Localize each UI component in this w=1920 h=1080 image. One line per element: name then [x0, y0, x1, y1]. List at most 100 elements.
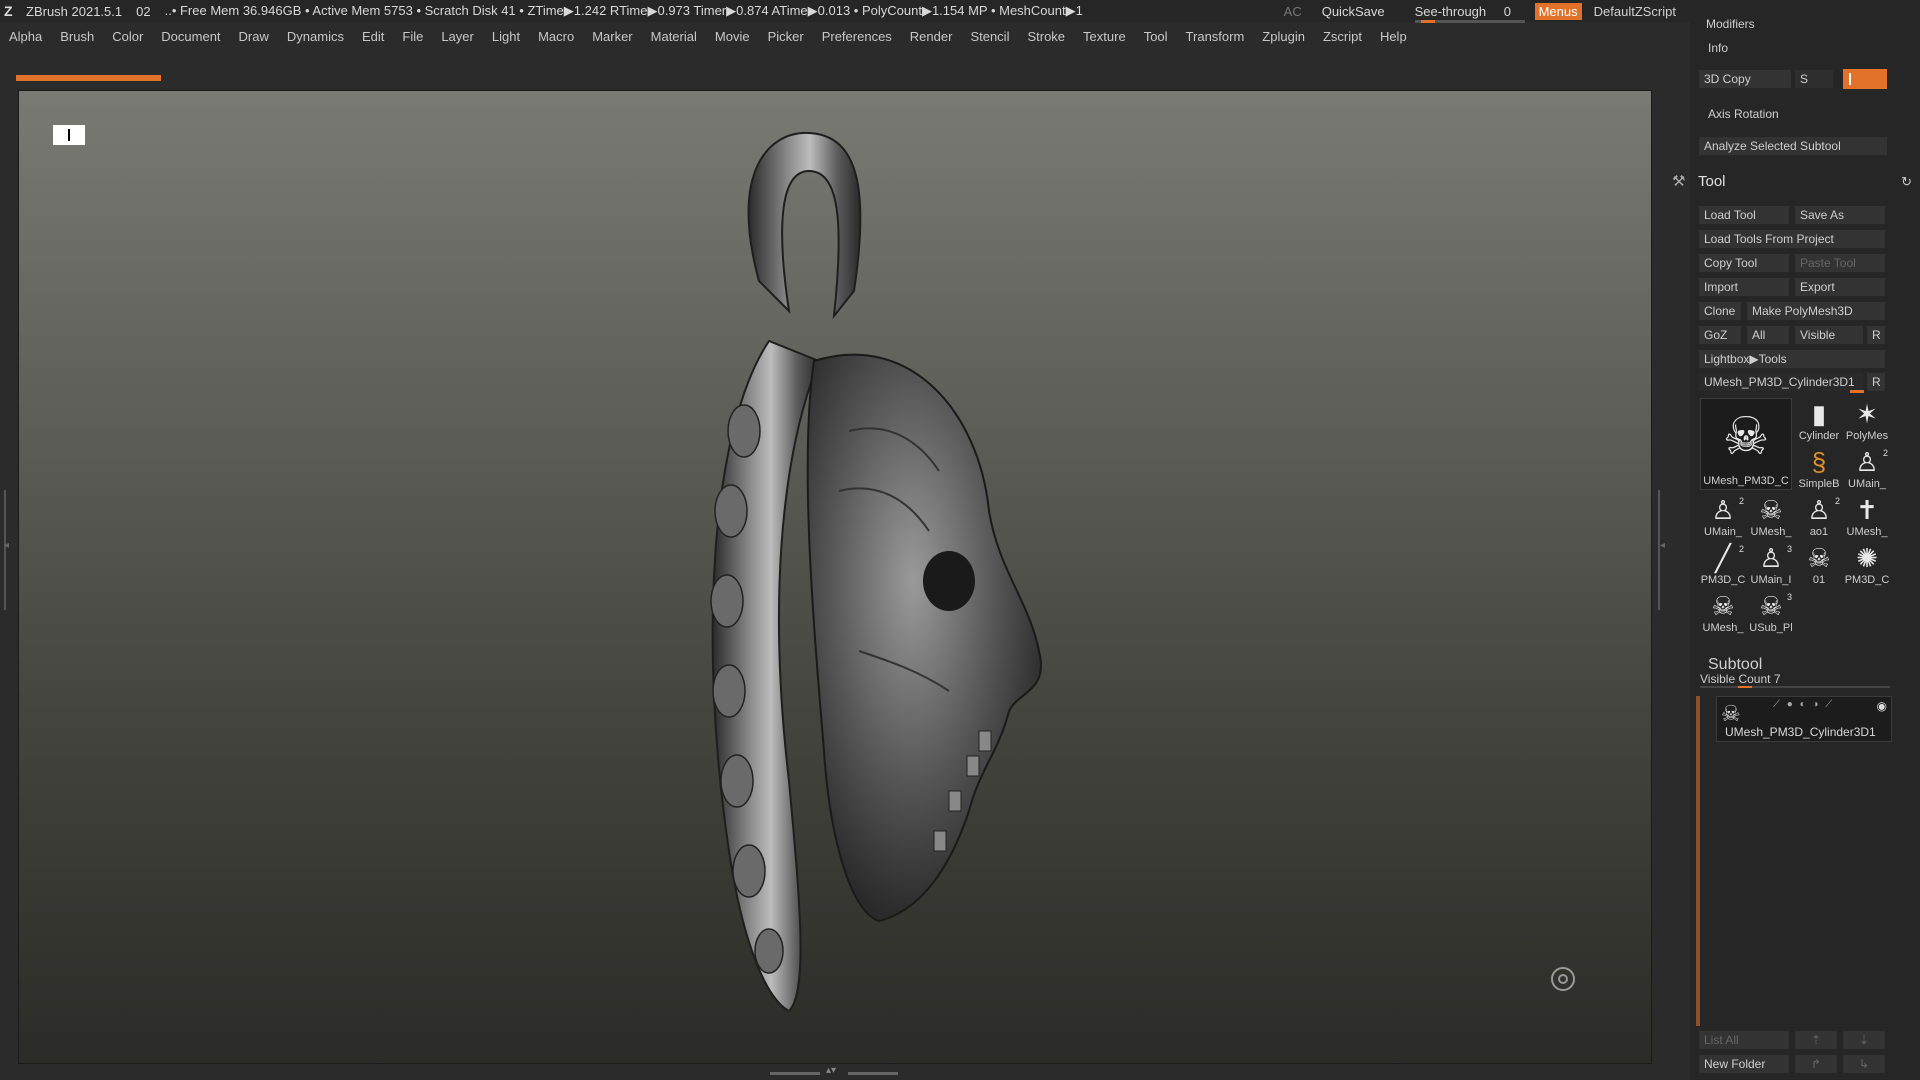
menu-edit[interactable]: Edit — [362, 29, 384, 44]
zbrush-logo-icon: Z — [4, 3, 13, 19]
seethrough-value: 0 — [1503, 3, 1512, 19]
tool-thumbnail[interactable]: ♙ ao1 2 — [1796, 494, 1842, 540]
bottom-handle-bar-right — [848, 1072, 898, 1075]
tool-thumbnail[interactable]: ✺ PM3D_C — [1844, 542, 1890, 588]
menu-dynamics[interactable]: Dynamics — [287, 29, 344, 44]
menu-tool[interactable]: Tool — [1144, 29, 1168, 44]
refresh-icon[interactable]: ↻ — [1901, 174, 1912, 190]
tool-thumbnail[interactable]: ▮ Cylinder — [1796, 398, 1842, 444]
copy-tool-button[interactable]: Copy Tool — [1698, 253, 1790, 273]
menu-light[interactable]: Light — [492, 29, 520, 44]
s-slider[interactable]: S — [1794, 69, 1834, 89]
eye-icon[interactable]: ◉ — [1877, 699, 1887, 713]
default-zscript-button[interactable]: DefaultZScript — [1594, 4, 1676, 19]
subtool-item-name: UMesh_PM3D_Cylinder3D1 — [1725, 725, 1876, 739]
clone-button[interactable]: Clone — [1698, 301, 1742, 321]
menu-movie[interactable]: Movie — [715, 29, 750, 44]
analyze-subtool-button[interactable]: Analyze Selected Subtool — [1698, 136, 1888, 156]
export-button[interactable]: Export — [1794, 277, 1886, 297]
copy3d-button[interactable]: 3D Copy — [1698, 69, 1792, 89]
ac-toggle[interactable]: AC — [1284, 4, 1302, 19]
menu-render[interactable]: Render — [910, 29, 953, 44]
menu-zplugin[interactable]: Zplugin — [1262, 29, 1305, 44]
subtool-item[interactable]: ☠ ⟋ ● ◐ ◑ ⟋ ◉ UMesh_PM3D_Cylinder3D1 — [1716, 696, 1892, 742]
goz-r-button[interactable]: R — [1866, 325, 1886, 345]
move-down-icon[interactable]: ⇣ — [1842, 1030, 1886, 1050]
tool-thumbnail-label: PM3D_C — [1844, 574, 1890, 586]
menu-stencil[interactable]: Stencil — [970, 29, 1009, 44]
tool-thumbnail[interactable]: ☠ UMesh_ — [1748, 494, 1794, 540]
info-label[interactable]: Info — [1708, 41, 1728, 55]
right-tray-handle[interactable] — [1658, 490, 1666, 610]
left-tray-handle[interactable] — [4, 490, 12, 610]
menu-document[interactable]: Document — [161, 29, 220, 44]
menu-preferences[interactable]: Preferences — [822, 29, 892, 44]
skull-icon: ☠ — [1807, 543, 1831, 573]
canvas-viewport[interactable] — [18, 90, 1652, 1064]
tool-thumbnail[interactable]: ╱ PM3D_C 2 — [1700, 542, 1746, 588]
menu-material[interactable]: Material — [651, 29, 697, 44]
menu-macro[interactable]: Macro — [538, 29, 574, 44]
menu-brush[interactable]: Brush — [60, 29, 94, 44]
menus-toggle[interactable]: Menus — [1534, 2, 1582, 20]
menu-layer[interactable]: Layer — [441, 29, 474, 44]
tool-thumbnail[interactable]: ☠ USub_Pl 3 — [1748, 590, 1794, 636]
current-tool-thumbnail[interactable]: ☠ UMesh_PM3D_C — [1700, 398, 1792, 490]
lightbox-tools-button[interactable]: Lightbox▶Tools — [1698, 349, 1886, 369]
menu-draw[interactable]: Draw — [239, 29, 269, 44]
move-up-icon[interactable]: ⇡ — [1794, 1030, 1838, 1050]
tool-thumbnail[interactable]: ♙ UMain_ 2 — [1700, 494, 1746, 540]
menu-stroke[interactable]: Stroke — [1027, 29, 1065, 44]
save-as-button[interactable]: Save As — [1794, 205, 1886, 225]
menu-color[interactable]: Color — [112, 29, 143, 44]
folder-action-2-icon[interactable]: ↳ — [1842, 1054, 1886, 1074]
subtool-scrollbar[interactable] — [1696, 696, 1700, 1026]
import-button[interactable]: Import — [1698, 277, 1790, 297]
tool-thumbnail[interactable]: ✶ PolyMes — [1844, 398, 1890, 444]
menu-zscript[interactable]: Zscript — [1323, 29, 1362, 44]
menu-alpha[interactable]: Alpha — [9, 29, 42, 44]
seethrough-slider[interactable]: See-through 0 — [1409, 3, 1525, 23]
make-polymesh-button[interactable]: Make PolyMesh3D — [1746, 301, 1886, 321]
menu-file[interactable]: File — [402, 29, 423, 44]
axis-rotation-label[interactable]: Axis Rotation — [1708, 107, 1779, 121]
tool-thumbnail[interactable]: § SimpleB — [1796, 446, 1842, 492]
progress-strip — [16, 75, 161, 81]
list-all-button[interactable]: List All — [1698, 1030, 1790, 1050]
load-tools-from-project-button[interactable]: Load Tools From Project — [1698, 229, 1886, 249]
goz-button[interactable]: GoZ — [1698, 325, 1742, 345]
goz-visible-button[interactable]: Visible — [1794, 325, 1864, 345]
quicksave-button[interactable]: QuickSave — [1322, 4, 1385, 19]
bottom-tray-handle[interactable]: ▴▾ — [770, 1065, 900, 1078]
cross-icon: ✝ — [1856, 495, 1878, 525]
tool-thumbnail[interactable]: ♙ UMain_I 3 — [1748, 542, 1794, 588]
current-tool-slider-fill — [1850, 390, 1864, 393]
tool-thumbnail[interactable]: ☠ UMesh_ — [1700, 590, 1746, 636]
tool-thumbnail-label: 01 — [1812, 574, 1826, 586]
tool-thumbnail-label: Cylinder — [1798, 430, 1840, 442]
menu-texture[interactable]: Texture — [1083, 29, 1126, 44]
paste-tool-button[interactable]: Paste Tool — [1794, 253, 1886, 273]
title-bar: Z ZBrush 2021.5.1 02 ..• Free Mem 36.946… — [0, 0, 1920, 23]
camera-navigation-icon[interactable] — [1551, 967, 1575, 991]
gear-icon: ✺ — [1856, 543, 1878, 573]
new-folder-button[interactable]: New Folder — [1698, 1054, 1790, 1074]
tool-thumbnail[interactable]: ♙ UMain_ 2 — [1844, 446, 1890, 492]
skull-icon: ☠ — [1721, 701, 1741, 726]
tool-thumbnail[interactable]: ✝ UMesh_ — [1844, 494, 1890, 540]
menu-help[interactable]: Help — [1380, 29, 1407, 44]
tool-palette-header[interactable]: ⚒ Tool ↻ — [1672, 172, 1912, 194]
menu-transform[interactable]: Transform — [1186, 29, 1245, 44]
goz-all-button[interactable]: All — [1746, 325, 1790, 345]
menu-picker[interactable]: Picker — [768, 29, 804, 44]
folder-action-icon[interactable]: ↱ — [1794, 1054, 1838, 1074]
subtool-toggle-icons[interactable]: ⟋ ● ◐ ◑ ⟋ — [1773, 699, 1834, 710]
current-tool-slider[interactable]: UMesh_PM3D_Cylinder3D1 — [1698, 372, 1864, 392]
tool-thumbnail[interactable]: ☠ 01 — [1796, 542, 1842, 588]
tool-r-button[interactable]: R — [1866, 372, 1886, 392]
s-value-input[interactable] — [1843, 69, 1887, 89]
visible-count-slider[interactable]: Visible Count 7 — [1700, 672, 1781, 686]
modifiers-label[interactable]: Modifiers — [1706, 17, 1755, 31]
menu-marker[interactable]: Marker — [592, 29, 632, 44]
load-tool-button[interactable]: Load Tool — [1698, 205, 1790, 225]
